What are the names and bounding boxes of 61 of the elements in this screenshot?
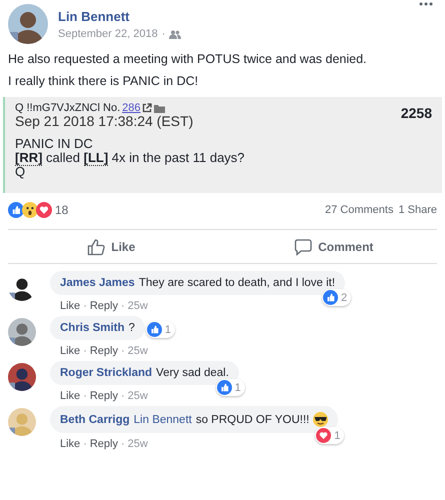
friends-icon: [169, 30, 182, 38]
wow-face-icon: [22, 202, 38, 218]
reaction-count: 1: [164, 324, 171, 336]
post-text: He also requested a meeting with POTUS twice and was denied.: [8, 52, 368, 67]
comment-action-link[interactable]: Like: [60, 345, 80, 357]
comment-action-link[interactable]: Like: [60, 300, 80, 312]
quote-timestamp: Sep 21 2018 17:38:24 (EST): [15, 114, 194, 129]
comment-text: so PRQUD OF YOU!!!: [196, 414, 310, 426]
comment-text: ?: [128, 322, 135, 334]
sunglasses-face-icon: [313, 412, 328, 427]
comments-count[interactable]: 27 Comments: [324, 204, 394, 216]
separator-dot: ·: [83, 438, 87, 450]
comment-action-link[interactable]: Reply: [90, 438, 118, 450]
thumbs-up-icon: [87, 238, 106, 256]
quote-text: Q: [15, 165, 26, 179]
commenter-name[interactable]: Roger Strickland: [60, 367, 152, 379]
commenter-name[interactable]: James James: [60, 277, 135, 289]
separator-dot: ·: [120, 300, 125, 312]
comment-action-link[interactable]: Reply: [90, 300, 118, 312]
reaction-count: 2: [340, 292, 348, 304]
comment-age: 25w: [128, 300, 148, 312]
commenter-name[interactable]: Beth Carrigg: [60, 414, 130, 426]
more-icon: [419, 2, 433, 6]
shares-count[interactable]: 1 Share: [398, 204, 437, 216]
author-name[interactable]: Lin Bennett: [58, 9, 182, 24]
like-button[interactable]: Like: [83, 236, 140, 258]
comment-text: Very sad deal.: [156, 367, 229, 379]
post-number: 2258: [400, 105, 432, 121]
reaction-count: 1: [334, 430, 340, 442]
comment-age: 25w: [128, 390, 148, 402]
separator-dot: ·: [83, 300, 87, 312]
folder-icon: [154, 104, 166, 112]
reaction-count[interactable]: 18: [55, 203, 68, 217]
like-icon: [146, 322, 162, 337]
comment-action-link[interactable]: Reply: [90, 390, 118, 402]
comment-button[interactable]: Comment: [290, 236, 378, 258]
reaction-count: 1: [234, 382, 241, 394]
quote-text: [RR] called [LL] 4x in the past 11 days?: [15, 151, 246, 165]
comment-action-link[interactable]: Like: [60, 438, 80, 450]
quote-text: PANIC IN DC: [15, 137, 94, 151]
quote-header: Q !!mG7VJxZNCl No.: [15, 102, 120, 114]
separator-dot: ·: [83, 345, 87, 357]
separator-dot: ·: [162, 28, 166, 40]
separator-dot: ·: [120, 345, 125, 357]
like-icon: [216, 380, 232, 395]
comment-text: They are scared to death, and I love it!: [138, 277, 336, 289]
comment-age: 25w: [128, 345, 148, 357]
post-link[interactable]: 286: [122, 102, 140, 114]
separator-dot: ·: [83, 390, 87, 402]
like-icon: [322, 290, 338, 305]
post-text: I really think there is PANIC in DC!: [8, 74, 200, 89]
mention-link[interactable]: Lin Bennett: [134, 414, 192, 426]
external-link-icon: [142, 103, 152, 113]
separator-dot: ·: [120, 390, 125, 402]
speech-bubble-icon: [294, 238, 312, 256]
like-icon: [8, 202, 24, 218]
comment-action-link[interactable]: Reply: [90, 345, 118, 357]
commenter-name[interactable]: Chris Smith: [60, 322, 125, 334]
comment-age: 25w: [128, 438, 148, 450]
separator-dot: ·: [120, 438, 125, 450]
comment-action-link[interactable]: Like: [60, 390, 80, 402]
